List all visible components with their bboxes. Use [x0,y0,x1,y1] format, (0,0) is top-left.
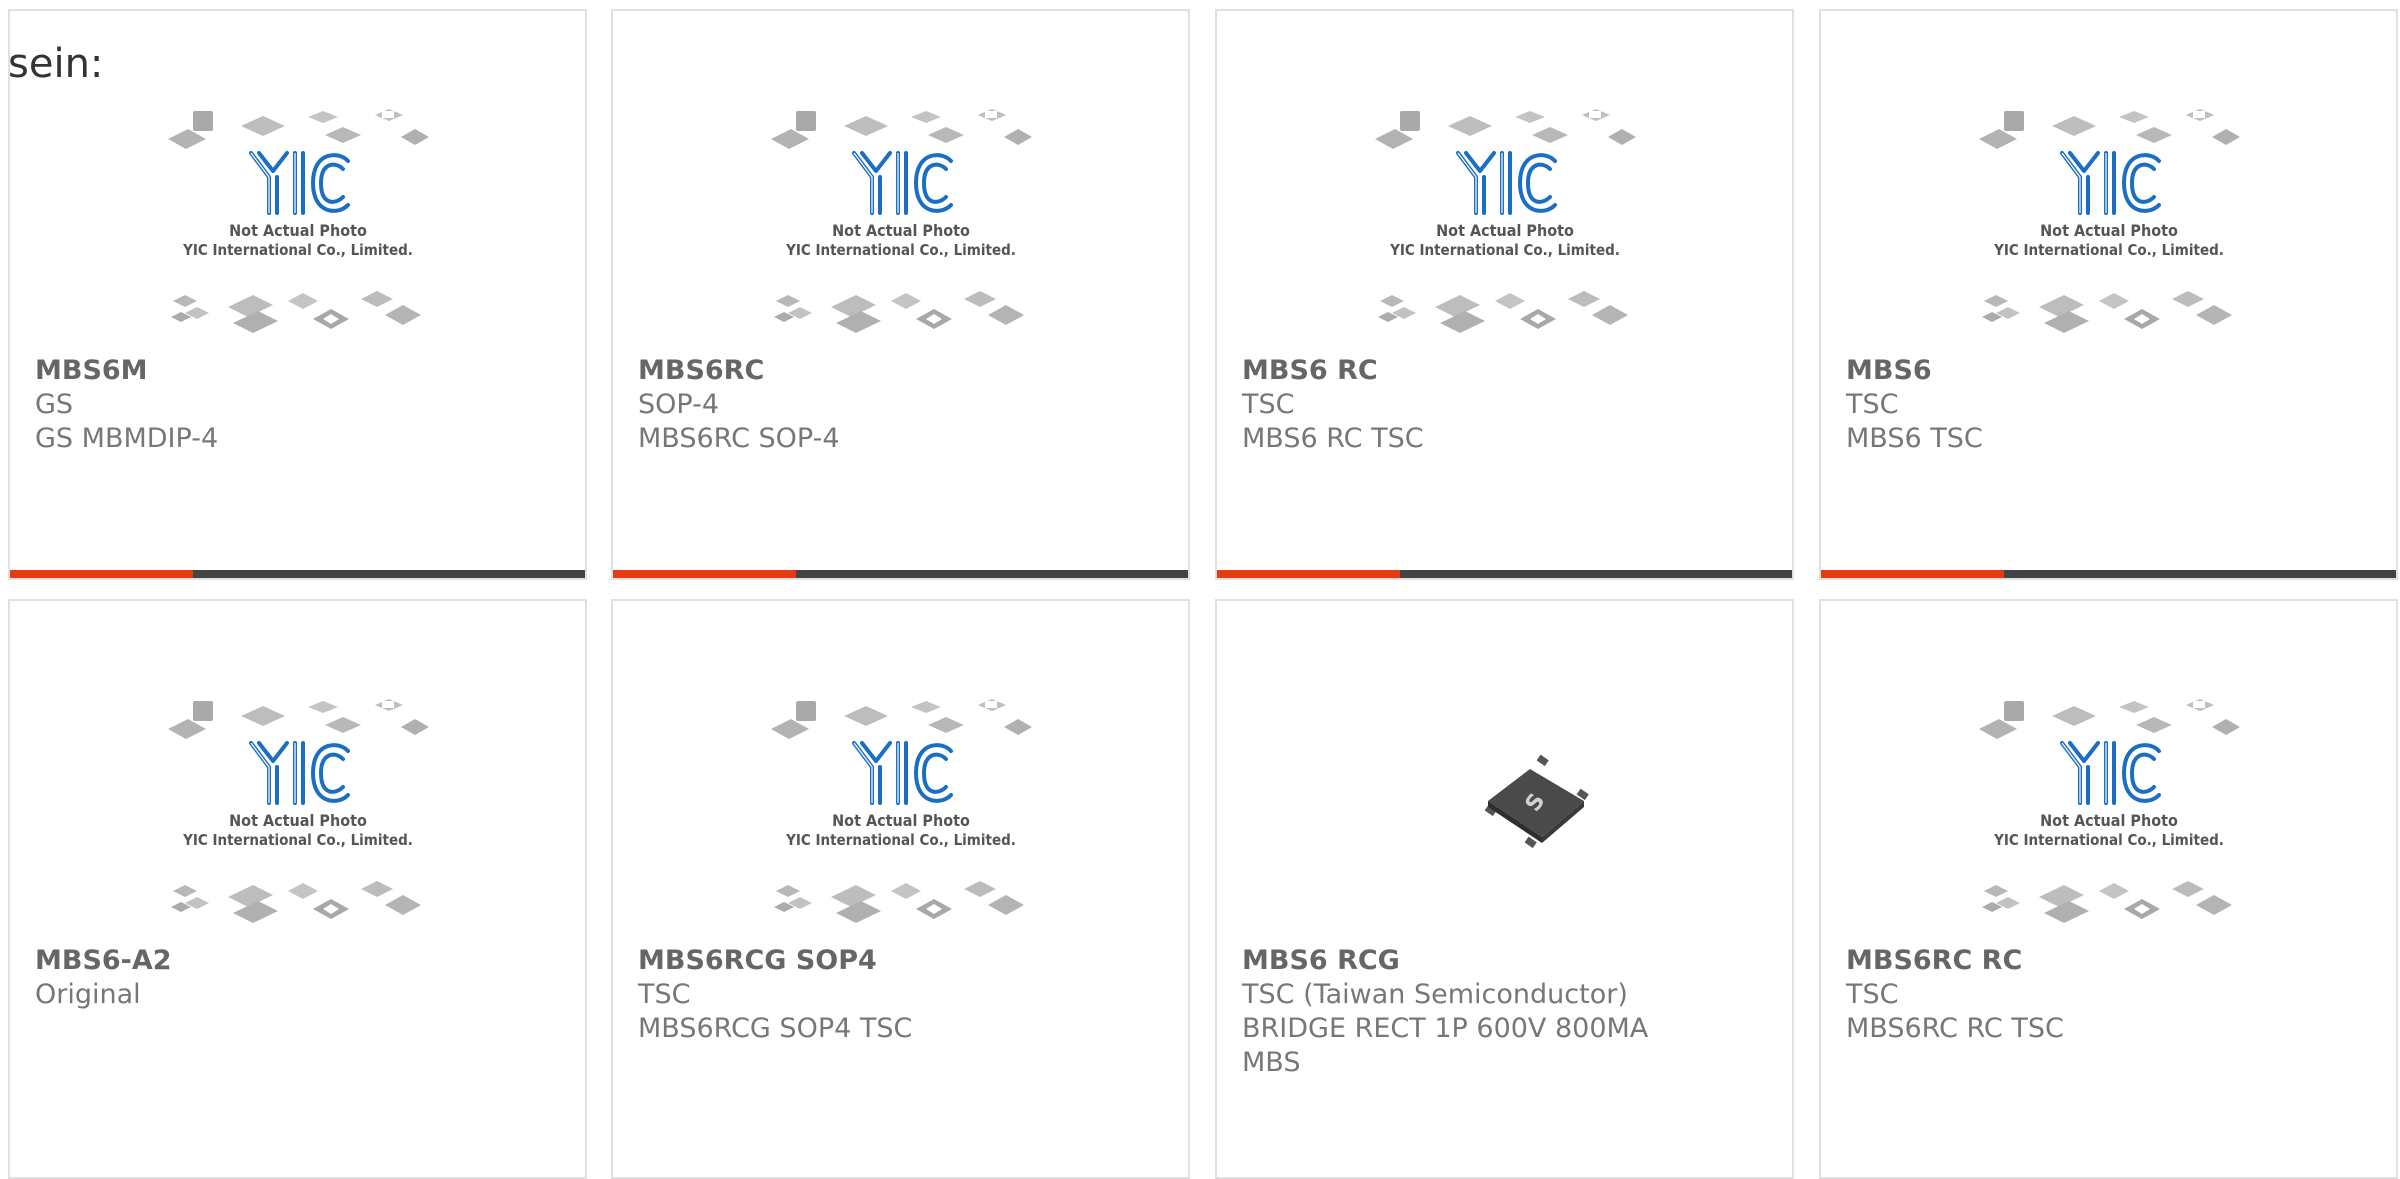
product-image[interactable]: S [1217,691,1792,939]
placeholder-caption-1: Not Actual Photo [2040,811,2178,830]
placeholder-caption-2: YIC International Co., Limited. [785,831,1016,849]
product-detail-line: MBS6 TSC [1846,423,1983,454]
card-bottom-bar [1821,570,2396,578]
product-info: MBS6RCG SOP4 TSC MBS6RCG SOP4 TSC [638,944,1168,1046]
product-detail-line: MBS6RCG SOP4 TSC [638,1013,913,1044]
product-name[interactable]: MBS6RC RC [1846,944,2376,978]
product-info: MBS6 TSC MBS6 TSC [1846,354,2376,456]
placeholder-caption-1: Not Actual Photo [1436,221,1574,240]
placeholder-caption-2: YIC International Co., Limited. [182,831,413,849]
product-name[interactable]: MBS6M [35,354,565,388]
product-detail-line: BRIDGE RECT 1P 600V 800MA [1242,1013,1649,1044]
product-image[interactable]: Not Actual Photo YIC International Co., … [613,691,1188,939]
product-image[interactable]: Not Actual Photo YIC International Co., … [1821,691,2396,939]
product-card[interactable]: Not Actual Photo YIC International Co., … [8,9,587,580]
product-detail-line: TSC [638,979,691,1010]
card-accent-bar [1821,570,2004,578]
placeholder-caption-2: YIC International Co., Limited. [785,241,1016,259]
intro-text: sein: [8,41,104,87]
product-info: MBS6RC SOP-4 MBS6RC SOP-4 [638,354,1168,456]
placeholder-caption-2: YIC International Co., Limited. [1993,831,2224,849]
placeholder-caption-2: YIC International Co., Limited. [1389,241,1620,259]
product-detail-line: Original [35,979,141,1010]
product-detail-line: MBS6RC SOP-4 [638,423,840,454]
placeholder-caption-2: YIC International Co., Limited. [1993,241,2224,259]
product-image[interactable]: Not Actual Photo YIC International Co., … [10,101,585,349]
product-detail-line: MBS [1242,1047,1301,1078]
product-detail-line: GS [35,389,74,420]
product-image[interactable]: Not Actual Photo YIC International Co., … [10,691,585,939]
product-detail-line: GS MBMDIP-4 [35,423,219,454]
placeholder-caption-1: Not Actual Photo [229,221,367,240]
card-bottom-bar [613,570,1188,578]
product-placeholder-image: Not Actual Photo YIC International Co., … [770,109,1032,333]
product-card[interactable]: Not Actual Photo YIC International Co., … [1819,599,2398,1179]
card-accent-bar [613,570,796,578]
card-accent-bar [1217,570,1400,578]
product-name[interactable]: MBS6 RCG [1242,944,1772,978]
product-card[interactable]: Not Actual Photo YIC International Co., … [611,599,1190,1179]
product-placeholder-image: Not Actual Photo YIC International Co., … [1978,109,2240,333]
product-card[interactable]: Not Actual Photo YIC International Co., … [8,599,587,1179]
product-image[interactable]: Not Actual Photo YIC International Co., … [1217,101,1792,349]
product-card[interactable]: Not Actual Photo YIC International Co., … [1819,9,2398,580]
product-detail-line: TSC [1846,389,1899,420]
placeholder-caption-1: Not Actual Photo [2040,221,2178,240]
product-info: MBS6-A2 Original [35,944,565,1012]
product-detail-line: MBS6 RC TSC [1242,423,1424,454]
card-bottom-bar [1217,570,1792,578]
product-detail-line: TSC [1846,979,1899,1010]
product-card[interactable]: Not Actual Photo YIC International Co., … [611,9,1190,580]
placeholder-caption-1: Not Actual Photo [229,811,367,830]
product-placeholder-image: Not Actual Photo YIC International Co., … [770,699,1032,923]
product-info: MBS6 RC TSC MBS6 RC TSC [1242,354,1772,456]
product-placeholder-image: Not Actual Photo YIC International Co., … [167,109,429,333]
card-bottom-bar [10,570,585,578]
placeholder-caption-2: YIC International Co., Limited. [182,241,413,259]
product-card[interactable]: Not Actual Photo YIC International Co., … [1215,9,1794,580]
product-photo: S [1484,754,1589,849]
product-name[interactable]: MBS6-A2 [35,944,565,978]
product-name[interactable]: MBS6RCG SOP4 [638,944,1168,978]
product-info: MBS6M GS GS MBMDIP-4 [35,354,565,456]
product-detail-line: TSC (Taiwan Semiconductor) [1242,979,1628,1010]
product-info: MBS6 RCG TSC (Taiwan Semiconductor) BRIDGE… [1242,944,1772,1080]
product-info: MBS6RC RC TSC MBS6RC RC TSC [1846,944,2376,1046]
placeholder-caption-1: Not Actual Photo [832,811,970,830]
product-image[interactable]: Not Actual Photo YIC International Co., … [613,101,1188,349]
product-placeholder-image: Not Actual Photo YIC International Co., … [1374,109,1636,333]
product-detail-line: TSC [1242,389,1295,420]
card-accent-bar [10,570,193,578]
placeholder-caption-1: Not Actual Photo [832,221,970,240]
product-detail-line: MBS6RC RC TSC [1846,1013,2064,1044]
product-detail-line: SOP-4 [638,389,719,420]
product-name[interactable]: MBS6RC [638,354,1168,388]
product-placeholder-image: Not Actual Photo YIC International Co., … [1978,699,2240,923]
product-name[interactable]: MBS6 [1846,354,2376,388]
product-image[interactable]: Not Actual Photo YIC International Co., … [1821,101,2396,349]
product-placeholder-image: Not Actual Photo YIC International Co., … [167,699,429,923]
product-name[interactable]: MBS6 RC [1242,354,1772,388]
product-card[interactable]: S MBS6 RCG TSC (Taiwan Semiconductor) BRID… [1215,599,1794,1179]
